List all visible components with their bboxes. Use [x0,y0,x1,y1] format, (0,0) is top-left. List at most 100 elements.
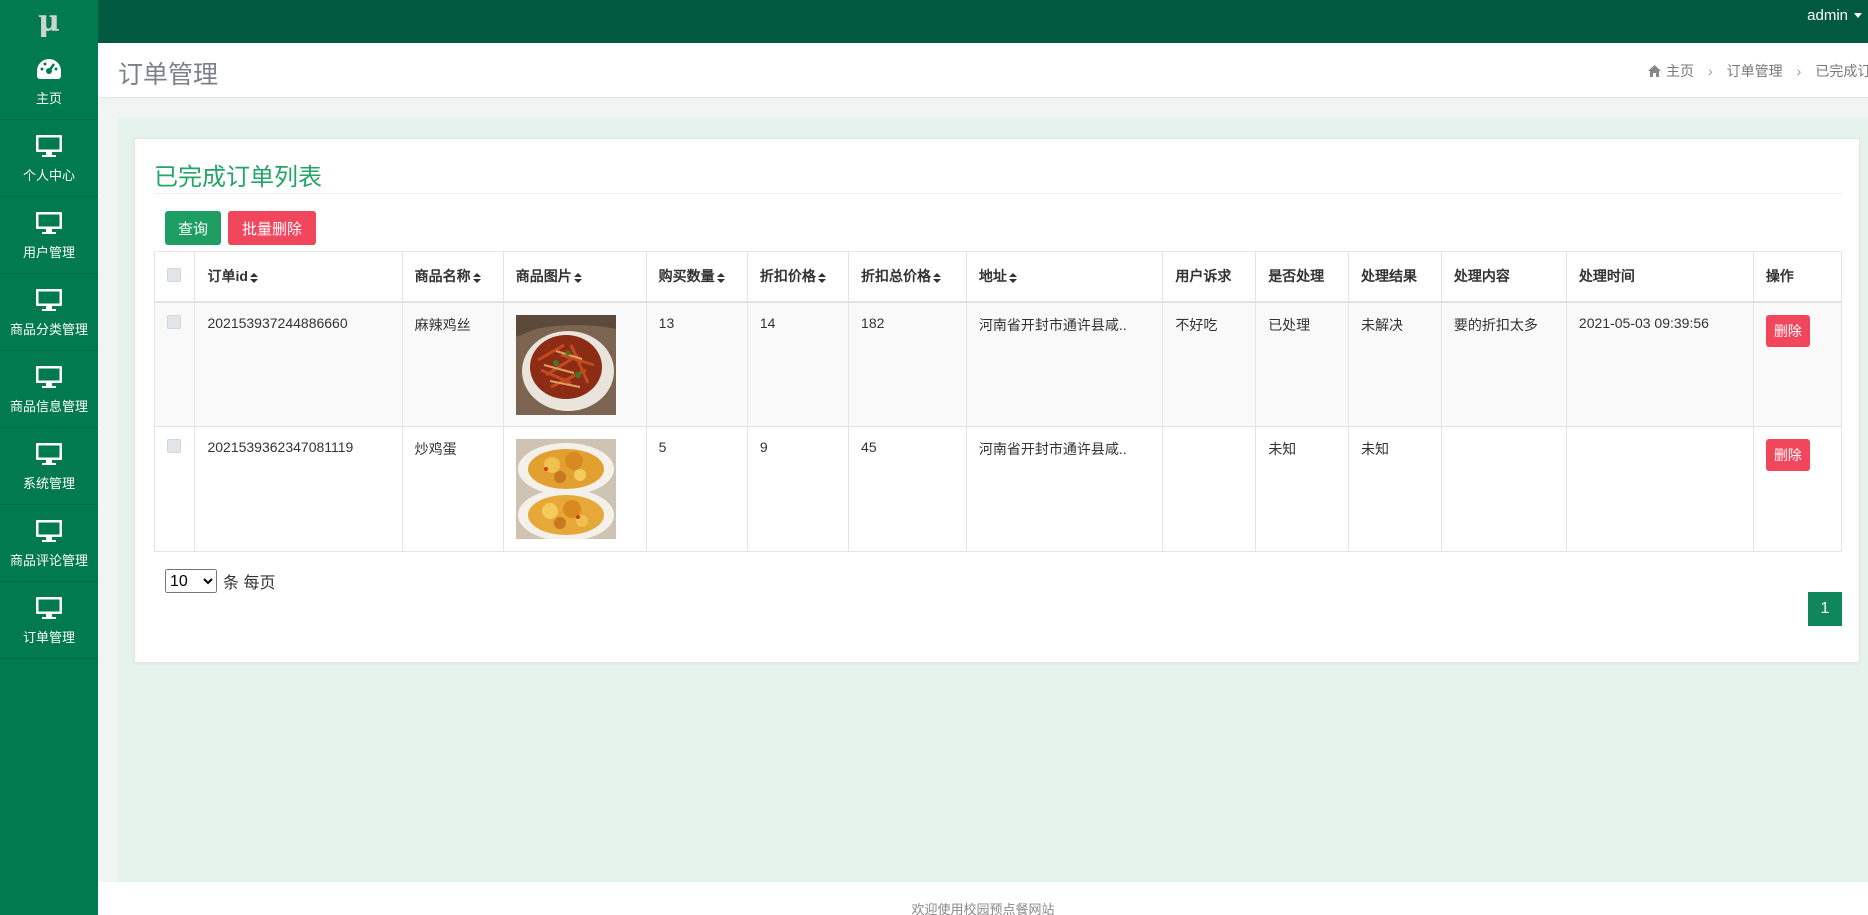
breadcrumb-completed-orders: 已完成订单 [1815,63,1868,79]
sidebar-item-label: 商品评论管理 [9,552,88,568]
column-header-label: 折扣价格 [759,268,816,285]
column-header-label: 操作 [1765,268,1794,285]
row-checkbox[interactable] [167,314,181,329]
sidebar-item-system[interactable]: 系统管理 [0,428,98,505]
sidebar-item-home[interactable]: 主页 [0,43,98,120]
column-header-label: 处理结果 [1361,268,1418,285]
column-header: 处理结果 [1348,251,1442,303]
column-header[interactable]: 折扣价格 [746,251,850,303]
column-header: 操作 [1752,251,1843,303]
monitor-icon [34,287,64,313]
handle-time-cell [1565,426,1754,552]
page-size-select[interactable]: 10 [165,569,217,593]
sort-icon [249,272,258,283]
order-list-panel: 已完成订单列表 查询 批量删除 订单id 商品名称 商品图片 购买数量 折扣价格 [134,138,1860,663]
user-request-cell [1162,426,1257,552]
action-cell: 删除 [1752,301,1843,427]
sidebar: 主页 个人中心 用户管理 商品分类管理 商品信息管理 系统管理 商品评论管理 订… [0,43,98,915]
sidebar-item-label: 主页 [35,90,62,106]
sort-icon [817,272,826,283]
column-header-label: 折扣总价格 [861,268,932,285]
handled-status-cell: 未知 [1255,426,1350,552]
food-photo-fried-egg[interactable] [515,439,616,539]
table-row: 202153937244886660 麻辣鸡丝 13 14 182 河南省开封市… [153,301,1843,427]
action-cell: 删除 [1752,426,1843,552]
monitor-icon [34,364,64,390]
product-name-cell: 麻辣鸡丝 [401,301,504,427]
product-name-cell: 炒鸡蛋 [401,426,504,552]
column-header-label: 商品名称 [414,268,471,285]
delete-button[interactable]: 删除 [1765,314,1810,347]
breadcrumb: 主页 › 订单管理 › 已完成订单 [1648,61,1868,81]
row-select-cell [153,301,196,427]
content-inner: 已完成订单列表 查询 批量删除 订单id 商品名称 商品图片 购买数量 折扣价格 [118,118,1868,882]
user-menu[interactable]: admin [1807,0,1862,30]
logo-text: μ [38,3,60,39]
user-name: admin [1807,6,1848,24]
footer-text: 欢迎使用校园预点餐网站 [911,902,1055,915]
column-header-label: 处理内容 [1453,268,1510,285]
query-button[interactable]: 查询 [165,211,221,245]
row-select-cell [153,426,196,552]
handled-status-cell: 已处理 [1255,301,1350,427]
address-cell: 河南省开封市通许县咸.. [965,426,1164,552]
content-area: 已完成订单列表 查询 批量删除 订单id 商品名称 商品图片 购买数量 折扣价格 [98,98,1868,882]
column-header-label: 处理时间 [1578,268,1635,285]
caret-down-icon [1854,12,1862,18]
home-icon [1648,65,1661,77]
product-image-cell [502,426,647,552]
row-checkbox[interactable] [167,439,181,453]
breadcrumb-orders[interactable]: 订单管理 [1727,61,1783,81]
sort-icon [472,272,481,283]
food-photo-spicy-chicken[interactable] [515,314,616,415]
column-header: 处理内容 [1440,251,1567,303]
pagination-page-button[interactable]: 1 [1808,592,1842,626]
table-row: 2021539362347081119 炒鸡蛋 5 9 45 河南省开封市通许县… [153,426,1843,552]
delete-button[interactable]: 删除 [1765,439,1810,471]
page-title: 订单管理 [118,61,219,89]
column-header[interactable]: 商品名称 [401,251,504,303]
quantity-cell: 13 [645,301,748,427]
user-request-cell: 不好吃 [1162,301,1257,427]
column-header[interactable]: 商品图片 [502,251,647,303]
column-header[interactable]: 购买数量 [645,251,748,303]
sidebar-item-users[interactable]: 用户管理 [0,197,98,274]
discount-price-cell: 9 [746,426,850,552]
sidebar-item-orders[interactable]: 订单管理 [0,582,98,659]
column-header[interactable]: 订单id [194,251,403,303]
discount-total-cell: 182 [848,301,967,427]
orders-table: 订单id 商品名称 商品图片 购买数量 折扣价格 折扣总价格 地址 用户诉求 是… [153,251,1843,552]
select-all-checkbox[interactable] [167,267,181,282]
sort-icon [573,272,582,283]
address-cell: 河南省开封市通许县咸.. [965,301,1164,427]
sidebar-item-comments[interactable]: 商品评论管理 [0,505,98,582]
sidebar-item-profile[interactable]: 个人中心 [0,120,98,197]
column-header: 用户诉求 [1162,251,1257,303]
logo[interactable]: μ [0,0,98,43]
sidebar-item-products[interactable]: 商品信息管理 [0,351,98,428]
monitor-icon [34,133,64,159]
sort-icon [716,272,725,283]
quantity-cell: 5 [645,426,748,552]
page-size-control: 10 条 每页 [165,569,275,593]
column-header[interactable]: 折扣总价格 [848,251,967,303]
sidebar-item-categories[interactable]: 商品分类管理 [0,274,98,351]
column-header-label: 商品图片 [515,268,572,285]
divider [154,193,1842,194]
sidebar-item-label: 用户管理 [22,244,75,260]
sidebar-item-label: 订单管理 [22,629,75,645]
batch-delete-button[interactable]: 批量删除 [228,211,316,245]
column-header[interactable]: 地址 [965,251,1164,303]
handle-time-cell: 2021-05-03 09:39:56 [1565,301,1754,427]
order-id-cell: 202153937244886660 [194,301,403,427]
table-header-row: 订单id 商品名称 商品图片 购买数量 折扣价格 折扣总价格 地址 用户诉求 是… [153,251,1843,303]
breadcrumb-home[interactable]: 主页 [1666,61,1694,81]
monitor-icon [34,595,64,621]
sidebar-item-label: 商品分类管理 [9,321,88,337]
handle-result-cell: 未知 [1348,426,1442,552]
sort-icon [1008,272,1017,283]
dashboard-icon [34,56,64,82]
column-header: 是否处理 [1255,251,1350,303]
column-header-label: 地址 [978,268,1007,285]
monitor-icon [34,210,64,236]
